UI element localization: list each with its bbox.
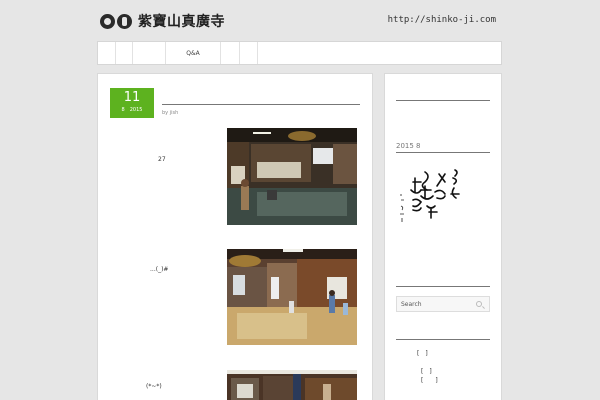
sidebar-divider [396, 100, 490, 101]
date-badge: 11 8 2015 [110, 88, 154, 118]
sidebar: 2015 8 Search [ ] [ ] [ ] [384, 73, 502, 400]
sidebar-link-3[interactable]: [ ] [421, 375, 438, 384]
post-panel: 11 8 2015 by jish 27 ...(_)# (*~*) [97, 73, 373, 400]
sidebar-link-2[interactable]: [ ] [421, 366, 432, 375]
search-input[interactable]: Search [396, 296, 490, 312]
post-photo-1[interactable] [227, 128, 357, 225]
archive-date[interactable]: 2015 8 [396, 142, 421, 150]
sidebar-divider [396, 286, 490, 287]
nav-item-5[interactable] [221, 42, 240, 64]
search-icon[interactable] [476, 301, 482, 307]
title-divider [162, 104, 360, 105]
search-placeholder: Search [401, 301, 422, 308]
row-caption-2: ...(_)# [150, 266, 169, 273]
nav-item-1[interactable] [98, 42, 116, 64]
post-byline[interactable]: by jish [162, 110, 178, 116]
site-header: 紫寶山真廣寺 http://shinko-ji.com [0, 0, 600, 40]
nav-item-2[interactable] [116, 42, 133, 64]
sidebar-divider [396, 339, 490, 340]
post-photo-3[interactable] [227, 370, 357, 400]
sidebar-link-1[interactable]: [ ] [417, 348, 428, 357]
crest-icon [117, 13, 132, 29]
sidebar-divider [396, 152, 490, 153]
site-logo[interactable]: 紫寶山真廣寺 [100, 11, 225, 31]
nav-item-3[interactable] [133, 42, 166, 64]
post-photo-2[interactable] [227, 249, 357, 345]
crest-icon [100, 13, 115, 29]
post-month-year: 8 2015 [121, 107, 143, 113]
calligraphy-image[interactable] [395, 166, 463, 234]
main-nav: Q&A [97, 41, 502, 65]
site-title[interactable]: 紫寶山真廣寺 [138, 11, 225, 31]
row-caption-1: 27 [158, 156, 166, 163]
site-url[interactable]: http://shinko-ji.com [388, 15, 496, 25]
nav-item-qa[interactable]: Q&A [166, 42, 221, 64]
row-caption-3: (*~*) [146, 383, 162, 390]
nav-item-6[interactable] [240, 42, 258, 64]
post-day: 11 [123, 90, 141, 105]
